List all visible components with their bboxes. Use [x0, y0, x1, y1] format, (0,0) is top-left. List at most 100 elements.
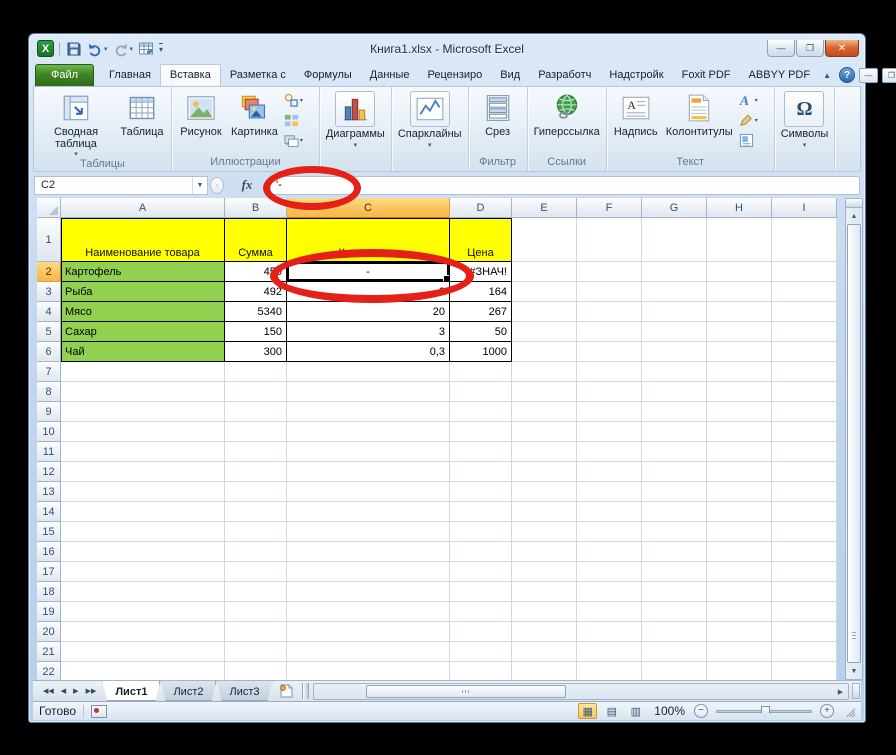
cell-F22[interactable]	[577, 662, 642, 680]
cell-E13[interactable]	[512, 482, 577, 502]
row-header-20[interactable]: 20	[37, 622, 61, 642]
cell-E20[interactable]	[512, 622, 577, 642]
cell-B17[interactable]	[225, 562, 287, 582]
cell-I22[interactable]	[772, 662, 837, 680]
ribbon-small-wordart-button[interactable]: A ▾	[737, 91, 771, 109]
row-header-9[interactable]: 9	[37, 402, 61, 422]
ribbon-button-Надпись[interactable]: A Надпись	[610, 89, 662, 156]
cell-D21[interactable]	[450, 642, 512, 662]
workbook-restore-icon[interactable]: ❐	[882, 67, 896, 83]
cell-A9[interactable]	[61, 402, 225, 422]
cell-G1[interactable]	[642, 218, 707, 262]
cell-C11[interactable]	[287, 442, 450, 462]
normal-view-icon[interactable]: ▦	[578, 703, 598, 719]
ribbon-button-Срез[interactable]: Срез	[472, 89, 524, 156]
cell-F5[interactable]	[577, 322, 642, 342]
cell-C10[interactable]	[287, 422, 450, 442]
cell-D22[interactable]	[450, 662, 512, 680]
cell-F20[interactable]	[577, 622, 642, 642]
cell-F19[interactable]	[577, 602, 642, 622]
row-header-1[interactable]: 1	[37, 218, 61, 262]
cell-I7[interactable]	[772, 362, 837, 382]
cell-D4[interactable]: 267	[450, 302, 512, 322]
cell-D8[interactable]	[450, 382, 512, 402]
row-header-3[interactable]: 3	[37, 282, 61, 302]
cell-A20[interactable]	[61, 622, 225, 642]
cell-H3[interactable]	[707, 282, 772, 302]
ribbon-button-Рисунок[interactable]: Рисунок	[175, 89, 227, 156]
cell-C13[interactable]	[287, 482, 450, 502]
first-sheet-icon[interactable]: ◀◀	[40, 685, 57, 697]
cell-B1[interactable]: Сумма	[225, 218, 287, 262]
cell-B7[interactable]	[225, 362, 287, 382]
workbook-minimize-icon[interactable]: —	[859, 67, 878, 83]
cell-B4[interactable]: 5340	[225, 302, 287, 322]
cell-H4[interactable]	[707, 302, 772, 322]
cell-I4[interactable]	[772, 302, 837, 322]
cell-C3[interactable]: 3	[287, 282, 450, 302]
cell-D10[interactable]	[450, 422, 512, 442]
cell-B22[interactable]	[225, 662, 287, 680]
scroll-up-icon[interactable]: ▲	[846, 208, 862, 224]
cell-F21[interactable]	[577, 642, 642, 662]
cell-A19[interactable]	[61, 602, 225, 622]
cell-E9[interactable]	[512, 402, 577, 422]
cell-G20[interactable]	[642, 622, 707, 642]
cell-H1[interactable]	[707, 218, 772, 262]
cell-D11[interactable]	[450, 442, 512, 462]
cell-A4[interactable]: Мясо	[61, 302, 225, 322]
select-all-corner[interactable]	[37, 198, 61, 218]
tab-Надстройк[interactable]: Надстройк	[600, 65, 672, 86]
cell-B16[interactable]	[225, 542, 287, 562]
vertical-split-handle[interactable]	[846, 199, 862, 208]
column-header-G[interactable]: G	[642, 198, 707, 218]
ribbon-small-smartart-button[interactable]	[282, 111, 316, 129]
cell-F1[interactable]	[577, 218, 642, 262]
cell-B2[interactable]: 450	[225, 262, 287, 282]
zoom-level[interactable]: 100%	[654, 704, 685, 718]
cell-G17[interactable]	[642, 562, 707, 582]
column-header-E[interactable]: E	[512, 198, 577, 218]
cell-B18[interactable]	[225, 582, 287, 602]
cell-A14[interactable]	[61, 502, 225, 522]
vertical-scroll-thumb[interactable]	[847, 224, 861, 663]
column-header-C[interactable]: C	[287, 198, 450, 218]
cell-G11[interactable]	[642, 442, 707, 462]
cell-E1[interactable]	[512, 218, 577, 262]
cell-A10[interactable]	[61, 422, 225, 442]
cell-B10[interactable]	[225, 422, 287, 442]
cell-A7[interactable]	[61, 362, 225, 382]
cell-G15[interactable]	[642, 522, 707, 542]
formula-input[interactable]: '-	[270, 175, 860, 195]
cell-C12[interactable]	[287, 462, 450, 482]
insert-worksheet-icon[interactable]	[273, 681, 300, 701]
row-header-2[interactable]: 2	[37, 262, 61, 282]
cell-A21[interactable]	[61, 642, 225, 662]
cell-B12[interactable]	[225, 462, 287, 482]
cell-B3[interactable]: 492	[225, 282, 287, 302]
row-header-17[interactable]: 17	[37, 562, 61, 582]
help-icon[interactable]: ?	[839, 67, 855, 83]
row-header-19[interactable]: 19	[37, 602, 61, 622]
cell-I20[interactable]	[772, 622, 837, 642]
cell-H6[interactable]	[707, 342, 772, 362]
cell-I12[interactable]	[772, 462, 837, 482]
cell-I11[interactable]	[772, 442, 837, 462]
close-button[interactable]: ✕	[825, 40, 859, 57]
cell-C17[interactable]	[287, 562, 450, 582]
column-header-D[interactable]: D	[450, 198, 512, 218]
ribbon-button-Колонтитулы[interactable]: Колонтитулы	[663, 89, 736, 156]
row-header-10[interactable]: 10	[37, 422, 61, 442]
cell-H22[interactable]	[707, 662, 772, 680]
formula-bar-options[interactable]: ◦	[210, 176, 224, 194]
cell-H7[interactable]	[707, 362, 772, 382]
cell-C22[interactable]	[287, 662, 450, 680]
cell-G21[interactable]	[642, 642, 707, 662]
page-break-view-icon[interactable]: ▥	[626, 703, 645, 719]
cell-I8[interactable]	[772, 382, 837, 402]
cell-F13[interactable]	[577, 482, 642, 502]
cell-E18[interactable]	[512, 582, 577, 602]
ribbon-button-Символы[interactable]: Ω Символы ▾	[778, 89, 832, 156]
column-header-A[interactable]: A	[61, 198, 225, 218]
cell-A18[interactable]	[61, 582, 225, 602]
